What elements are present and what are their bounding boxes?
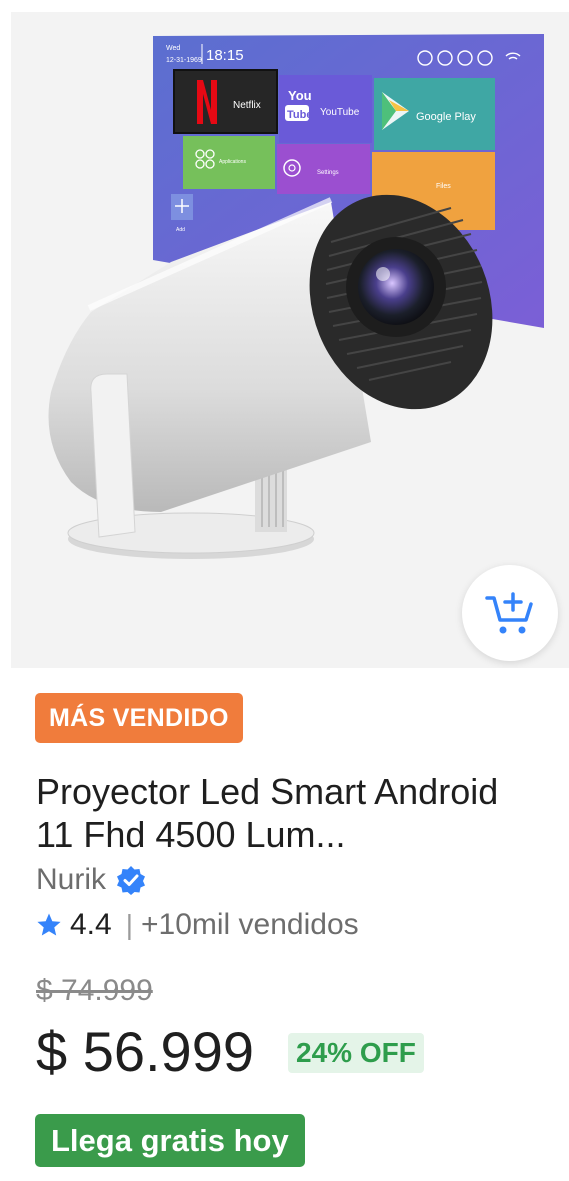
svg-text:Google Play: Google Play — [416, 111, 476, 123]
verified-check-icon — [116, 865, 146, 895]
rating-value: 4.4 — [70, 908, 112, 941]
product-title[interactable]: Proyector Led Smart Android 11 Fhd 4500 … — [36, 770, 536, 856]
discount-badge: 24% OFF — [288, 1033, 424, 1073]
projector-illustration: Wed 12-31-1969 18:15 Netflix You Tube Yo… — [48, 34, 544, 559]
tile-netflix — [173, 69, 278, 134]
svg-text:Applications: Applications — [219, 159, 246, 165]
screen-time: 18:15 — [206, 47, 244, 64]
sold-count: +10mil vendidos — [141, 908, 359, 941]
rating-separator: | — [125, 909, 133, 940]
product-image[interactable]: Wed 12-31-1969 18:15 Netflix You Tube Yo… — [11, 12, 569, 668]
screen-date: 12-31-1969 — [166, 57, 202, 64]
svg-text:Tube: Tube — [287, 109, 312, 121]
tile-settings — [277, 144, 370, 194]
svg-text:Netflix: Netflix — [233, 100, 261, 111]
svg-text:You: You — [288, 88, 312, 103]
svg-text:YouTube: YouTube — [320, 107, 360, 118]
rating-row: 4.4 | +10mil vendidos — [36, 907, 359, 943]
screen-day: Wed — [166, 45, 180, 52]
svg-text:Settings: Settings — [317, 170, 339, 176]
svg-text:Files: Files — [436, 183, 451, 190]
original-price: $ 74.999 — [36, 974, 153, 1007]
free-shipping-badge: Llega gratis hoy — [35, 1114, 305, 1167]
seller-row[interactable]: Nurik — [36, 863, 146, 897]
svg-text:Add: Add — [176, 227, 185, 233]
best-seller-badge: MÁS VENDIDO — [35, 693, 243, 743]
current-price: $ 56.999 — [36, 1020, 254, 1083]
seller-name[interactable]: Nurik — [36, 863, 106, 897]
add-to-cart-button[interactable] — [462, 565, 558, 661]
add-to-cart-icon — [485, 592, 533, 634]
star-icon — [37, 913, 61, 936]
